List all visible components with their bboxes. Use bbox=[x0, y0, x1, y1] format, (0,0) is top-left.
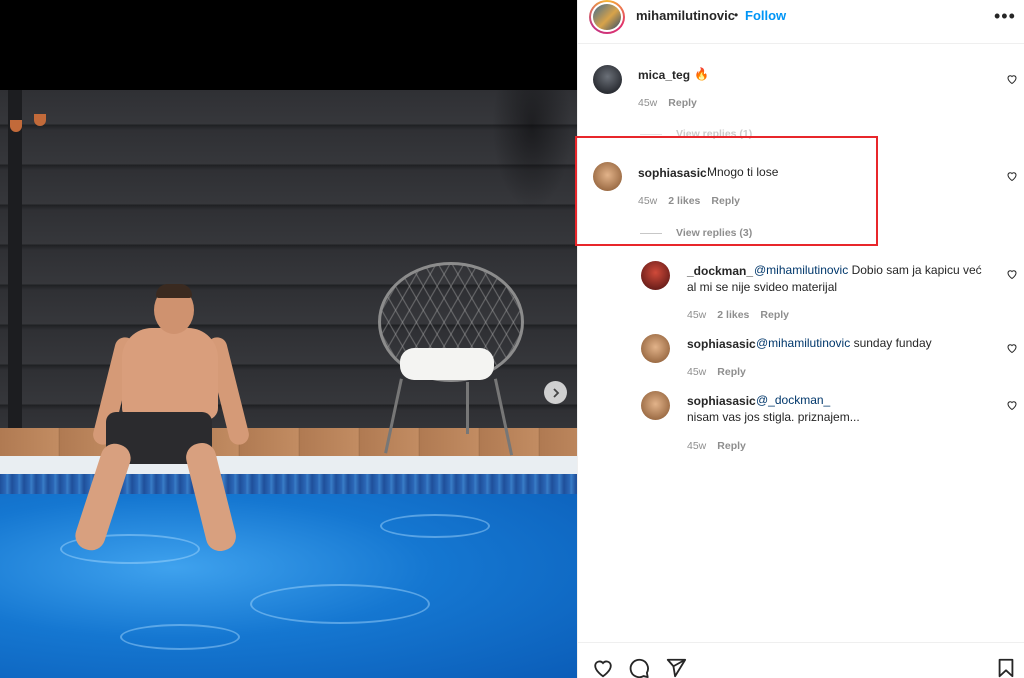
commenter-avatar[interactable] bbox=[593, 162, 622, 191]
reply-likes[interactable]: 2 likes bbox=[717, 309, 749, 321]
author-username[interactable]: mihamilutinovic bbox=[636, 8, 735, 23]
chair-cushion bbox=[400, 348, 494, 380]
mention-link[interactable]: @_dockman_ bbox=[756, 393, 830, 407]
commenter-avatar[interactable] bbox=[641, 334, 670, 363]
share-icon[interactable] bbox=[665, 657, 687, 678]
more-options-icon[interactable]: ••• bbox=[994, 6, 1016, 27]
person-torso bbox=[122, 328, 218, 420]
post-photo bbox=[0, 90, 577, 678]
reply-text: sunday funday bbox=[853, 336, 932, 350]
reply-button[interactable]: Reply bbox=[717, 366, 746, 378]
comment-time[interactable]: 45w bbox=[638, 195, 657, 207]
commenter-avatar[interactable] bbox=[593, 65, 622, 94]
reply-text-block: @mihamilutinovic Dobio sam ja kapicu već… bbox=[687, 262, 987, 296]
reply-button[interactable]: Reply bbox=[760, 309, 789, 321]
reply-meta: 45w 2 likes Reply bbox=[687, 309, 800, 321]
heart-icon[interactable] bbox=[1006, 342, 1018, 354]
wall-post bbox=[8, 90, 22, 428]
mention-link[interactable]: @mihamilutinovic bbox=[754, 263, 848, 277]
bookmark-icon[interactable] bbox=[995, 657, 1017, 678]
chair-leg bbox=[466, 382, 469, 434]
author-avatar[interactable] bbox=[589, 0, 625, 34]
pool-deck bbox=[0, 428, 577, 458]
heart-icon[interactable] bbox=[1006, 73, 1018, 85]
heart-icon[interactable] bbox=[1006, 268, 1018, 280]
comment-text: Mnogo ti lose bbox=[707, 165, 779, 179]
reply-text-block: @_dockman_ nisam vas jos stigla. priznaj… bbox=[687, 392, 862, 426]
comments-panel: mihamilutinovic • Follow ••• mica_teg 🔥 … bbox=[577, 0, 1024, 678]
view-replies-button[interactable]: View replies (3) bbox=[640, 227, 752, 239]
comment-username[interactable]: mica_teg bbox=[638, 68, 690, 82]
reply-text: nisam vas jos stigla. priznajem... bbox=[687, 410, 860, 424]
comment-meta: 45w 2 likes Reply bbox=[638, 195, 751, 207]
pool-tiles bbox=[0, 474, 577, 494]
follow-button[interactable]: Follow bbox=[745, 8, 786, 23]
water-ripple bbox=[380, 514, 490, 538]
reply-time[interactable]: 45w bbox=[687, 440, 706, 452]
hanging-plant bbox=[10, 120, 22, 132]
comment-meta: 45w Reply bbox=[638, 97, 708, 109]
reply-text-block: @mihamilutinovic sunday funday bbox=[687, 335, 987, 352]
pool-edge bbox=[0, 456, 577, 474]
reply-button[interactable]: Reply bbox=[668, 97, 697, 109]
comment-time[interactable]: 45w bbox=[638, 97, 657, 109]
reply-button[interactable]: Reply bbox=[717, 440, 746, 452]
reply-meta: 45w Reply bbox=[687, 440, 757, 452]
water-ripple bbox=[250, 584, 430, 624]
reply-time[interactable]: 45w bbox=[687, 366, 706, 378]
instagram-post-view: mihamilutinovic • Follow ••• mica_teg 🔥 … bbox=[0, 0, 1024, 678]
carousel-next-button[interactable] bbox=[544, 381, 567, 404]
post-media-panel bbox=[0, 0, 577, 678]
heart-icon[interactable] bbox=[592, 657, 614, 678]
commenter-avatar[interactable] bbox=[641, 391, 670, 420]
comment-icon[interactable] bbox=[628, 657, 650, 678]
reply-meta: 45w Reply bbox=[687, 366, 757, 378]
mention-link[interactable]: @mihamilutinovic bbox=[756, 336, 850, 350]
post-header: mihamilutinovic • Follow ••• bbox=[578, 0, 1024, 44]
comment-text: 🔥 bbox=[694, 67, 709, 81]
water-ripple bbox=[120, 624, 240, 650]
plant-shadow bbox=[492, 90, 572, 210]
hanging-plant bbox=[34, 114, 46, 126]
wall-background bbox=[0, 90, 577, 428]
reply-time[interactable]: 45w bbox=[687, 309, 706, 321]
reply-button[interactable]: Reply bbox=[711, 195, 740, 207]
heart-icon[interactable] bbox=[1006, 399, 1018, 411]
commenter-avatar[interactable] bbox=[641, 261, 670, 290]
comment-likes[interactable]: 2 likes bbox=[668, 195, 700, 207]
chevron-right-icon bbox=[552, 387, 559, 398]
post-action-bar bbox=[578, 642, 1024, 678]
separator-dot: • bbox=[734, 8, 739, 22]
person-hair bbox=[156, 284, 192, 298]
comment-username[interactable]: sophiasasic bbox=[638, 166, 707, 180]
heart-icon[interactable] bbox=[1006, 170, 1018, 182]
view-replies-button[interactable]: View replies (1) bbox=[640, 128, 752, 140]
